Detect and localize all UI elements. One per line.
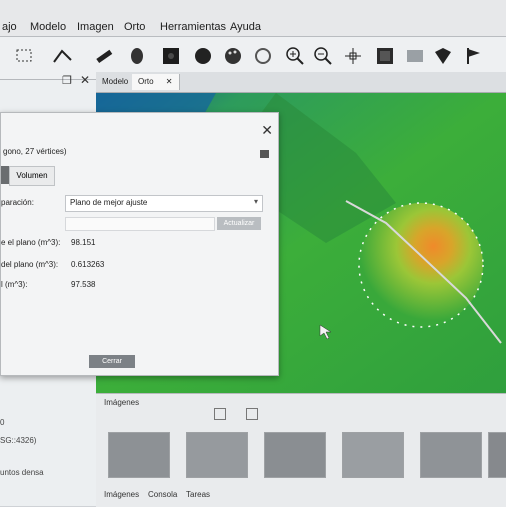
texture-icon[interactable]: [374, 45, 396, 67]
image-thumbnail[interactable]: [108, 432, 170, 478]
zoom-out-icon[interactable]: [312, 45, 334, 67]
move-icon[interactable]: [342, 45, 364, 67]
palette-icon[interactable]: [222, 45, 244, 67]
close-button[interactable]: Cerrar: [89, 355, 135, 368]
view-tabs: Modelo Orto ✕: [96, 72, 506, 93]
comparison-select[interactable]: Plano de mejor ajuste ▾: [65, 195, 263, 212]
workspace-line-1: 0: [0, 418, 5, 427]
workspace-line-3[interactable]: untos densa: [0, 468, 44, 477]
surface-icon[interactable]: [404, 45, 426, 67]
tab-volume[interactable]: Volumen: [9, 166, 55, 186]
tab-modelo[interactable]: Modelo: [96, 74, 136, 90]
image-thumbnail[interactable]: [420, 432, 482, 478]
tab-orto[interactable]: Orto ✕: [132, 74, 180, 90]
plane-param-field[interactable]: [65, 217, 215, 231]
measure-shape-dialog: ✕ gono, 27 vértices) Volumen paración: P…: [0, 112, 279, 376]
volume-below-value: 0.613263: [71, 260, 105, 269]
dense-cloud-icon[interactable]: [160, 45, 182, 67]
images-panel-title: Imágenes: [104, 398, 140, 407]
tab-area[interactable]: [1, 166, 9, 184]
close-dialog-icon[interactable]: ✕: [261, 122, 273, 139]
shape-info-label: gono, 27 vértices): [3, 147, 67, 156]
copy-icon[interactable]: [260, 150, 269, 158]
volume-above-label: e el plano (m^3):: [1, 238, 61, 247]
filter-images-icon[interactable]: [246, 408, 258, 420]
sphere-icon[interactable]: [192, 45, 214, 67]
rotate-icon[interactable]: [252, 45, 274, 67]
tab-imagenes[interactable]: Imágenes: [104, 490, 139, 499]
select-images-icon[interactable]: [214, 408, 226, 420]
chevron-down-icon: ▾: [253, 197, 258, 206]
polyline-icon[interactable]: [52, 45, 74, 67]
volume-total-value: 97.538: [71, 280, 96, 289]
menu-item-imagen[interactable]: Imagen: [77, 21, 114, 33]
menu-item-flujo[interactable]: ajo: [2, 21, 17, 33]
menu-item-herramientas[interactable]: Herramientas: [160, 21, 226, 33]
close-pane-icon[interactable]: ✕: [80, 73, 90, 87]
menu-item-orto[interactable]: Orto: [124, 21, 145, 33]
close-tab-icon[interactable]: ✕: [166, 77, 173, 86]
menu-item-ayuda[interactable]: Ayuda: [230, 21, 261, 33]
workspace-line-2: SG::4326): [0, 436, 37, 445]
image-thumbnail[interactable]: [342, 432, 404, 478]
shape-icon[interactable]: [432, 45, 454, 67]
volume-above-value: 98.151: [71, 238, 96, 247]
tab-orto-label: Orto: [138, 77, 154, 86]
volume-below-label: del plano (m^3):: [1, 260, 59, 269]
comparison-select-value: Plano de mejor ajuste: [70, 198, 148, 207]
menu-bar: ajo Modelo Imagen Orto Herramientas Ayud…: [0, 0, 506, 37]
update-button[interactable]: Actualizar: [217, 217, 261, 230]
images-panel: Imágenes Imágenes Consola Tareas: [96, 393, 506, 507]
paint-icon[interactable]: [126, 45, 148, 67]
menu-item-modelo[interactable]: Modelo: [30, 21, 66, 33]
image-thumbnail[interactable]: [488, 432, 506, 478]
flag-icon[interactable]: [462, 45, 484, 67]
tab-consola[interactable]: Consola: [148, 490, 177, 499]
volume-total-label: l (m^3):: [1, 280, 28, 289]
image-thumbnail[interactable]: [186, 432, 248, 478]
select-rect-icon[interactable]: [14, 45, 36, 67]
image-thumbnail[interactable]: [264, 432, 326, 478]
float-pane-icon[interactable]: ❐: [62, 74, 72, 87]
comparison-label: paración:: [1, 198, 34, 207]
tab-tareas[interactable]: Tareas: [186, 490, 210, 499]
ruler-icon[interactable]: [92, 45, 114, 67]
zoom-in-icon[interactable]: [284, 45, 306, 67]
